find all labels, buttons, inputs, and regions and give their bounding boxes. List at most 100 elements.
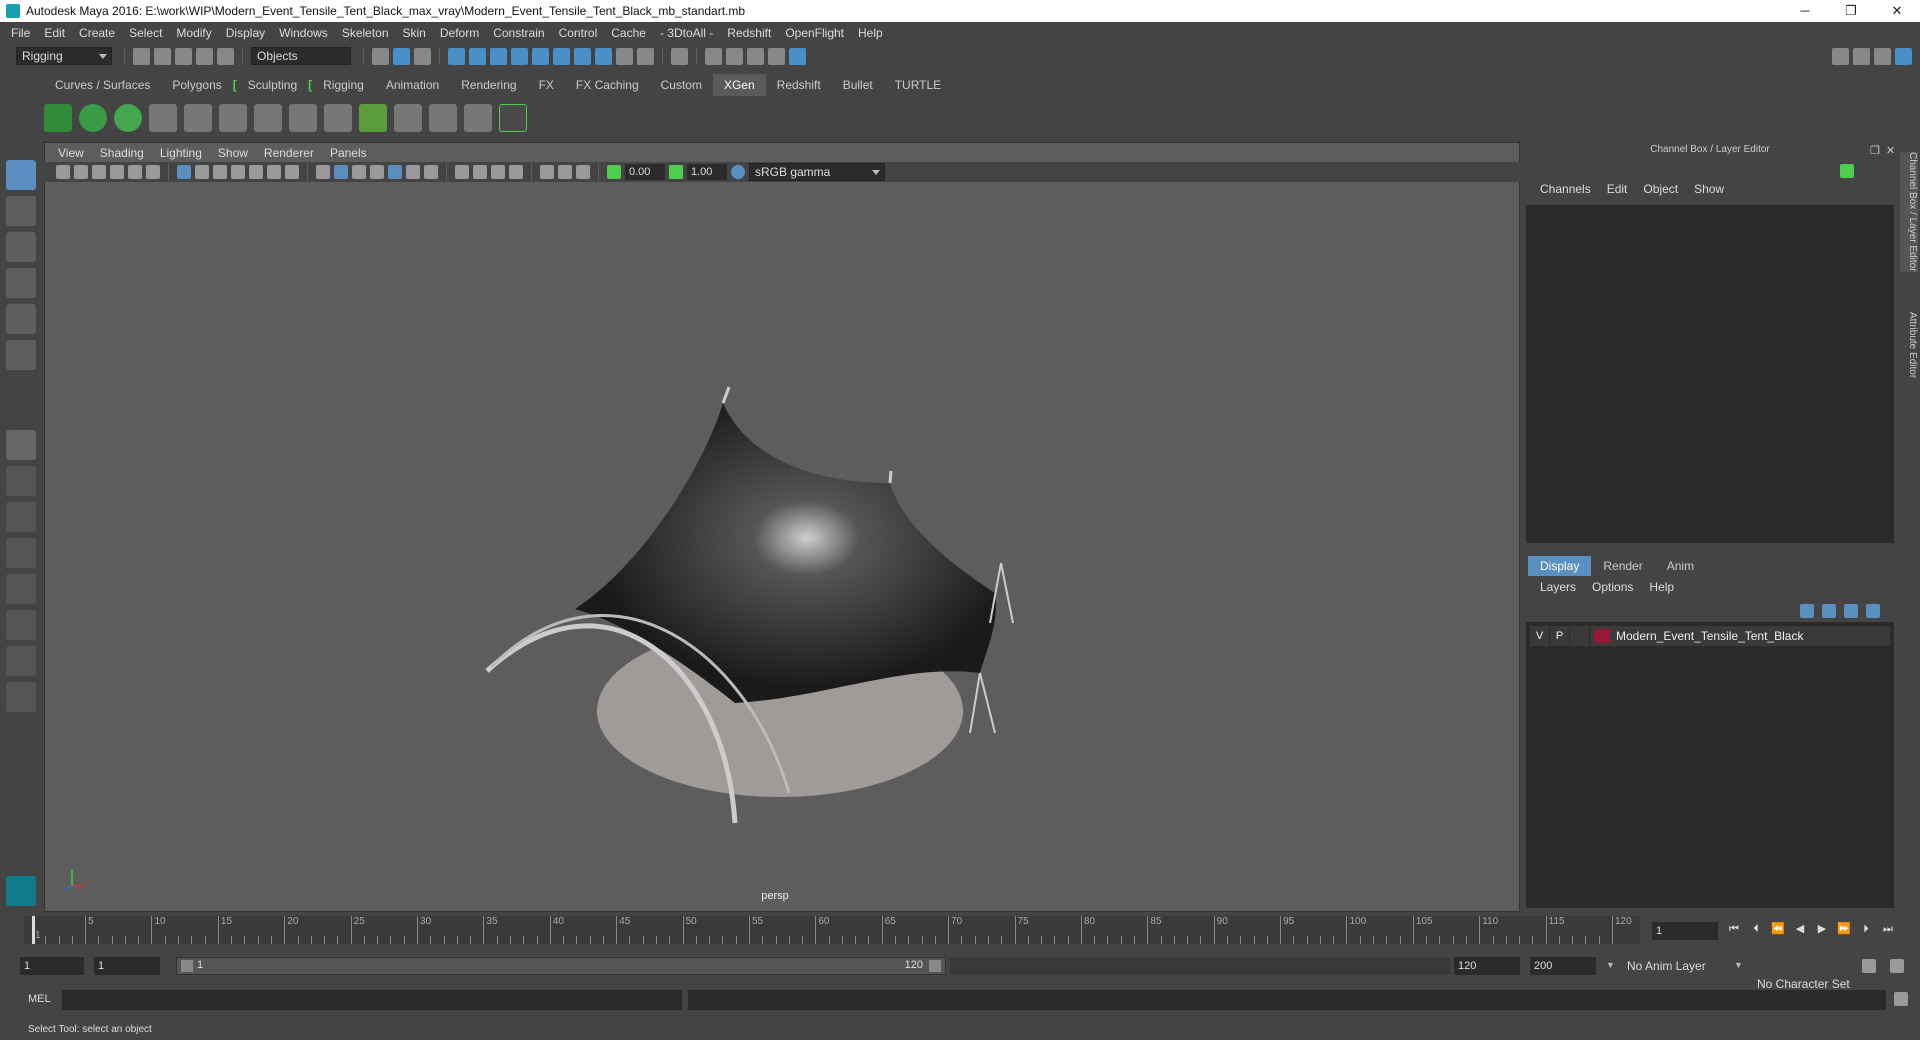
rotate-tool-icon[interactable] [6,304,36,334]
motion-blur-icon[interactable] [455,165,469,179]
menu-edit[interactable]: Edit [37,26,72,40]
viewport-menu-panels[interactable]: Panels [322,146,375,160]
xray-icon[interactable] [540,165,554,179]
toggle-guide-icon[interactable] [254,104,282,132]
selection-mode-dropdown[interactable]: Objects [251,47,351,65]
safe-title-icon[interactable] [285,165,299,179]
shelf-tab-redshift[interactable]: Redshift [766,74,832,96]
safe-action-icon[interactable] [267,165,281,179]
layer-visibility-toggle[interactable]: V [1530,627,1550,645]
menu-set-dropdown[interactable]: Rigging [16,47,112,65]
xgen-delete-icon[interactable] [499,104,527,132]
layout-single-pane-icon[interactable] [6,466,36,496]
snap-projected-icon[interactable] [511,47,528,65]
paint-select-tool-icon[interactable] [6,232,36,262]
lock-icon[interactable] [616,47,633,65]
gamma-icon[interactable] [669,165,683,179]
scene-end-field[interactable]: 200 [1530,957,1596,975]
new-layer-from-selected-icon[interactable] [1866,604,1880,618]
step-back-key-icon[interactable]: ⏪ [1770,922,1786,936]
depth-of-field-icon[interactable] [491,165,505,179]
menu-cache[interactable]: Cache [604,26,653,40]
grid-icon[interactable] [177,165,191,179]
channel-box-side-tab[interactable]: Channel Box / Layer Editor [1900,152,1918,272]
interactive-groom-icon[interactable] [464,104,492,132]
step-forward-frame-icon[interactable]: ⏵ [1858,922,1874,936]
shelf-tab-sculpting[interactable]: Sculpting [237,74,308,96]
select-guide-icon[interactable] [184,104,212,132]
move-layer-up-icon[interactable] [1800,604,1814,618]
save-scene-icon[interactable] [175,47,192,65]
chevron-down-icon[interactable]: ▼ [1606,960,1615,970]
ipr-render-icon[interactable] [747,47,764,65]
shelf-tab-custom[interactable]: Custom [650,74,713,96]
move-tool-icon[interactable] [6,268,36,298]
resolution-gate-icon[interactable] [213,165,227,179]
film-gate-icon[interactable] [195,165,209,179]
menu-3dtoall[interactable]: - 3DtoAll - [653,26,720,40]
channel-menu-channels[interactable]: Channels [1532,182,1599,196]
field-chart-icon[interactable] [249,165,263,179]
menu-constrain[interactable]: Constrain [486,26,551,40]
close-panel-icon[interactable]: ✕ [1886,144,1895,157]
shelf-tab-bullet[interactable]: Bullet [832,74,884,96]
layer-row[interactable]: V P Modern_Event_Tensile_Tent_Black [1530,626,1890,646]
symmetry-icon[interactable] [595,47,612,65]
menu-control[interactable]: Control [552,26,605,40]
go-to-end-icon[interactable]: ⏭ [1880,922,1896,936]
shadows-icon[interactable] [406,165,420,179]
minimize-button[interactable]: ─ [1782,0,1828,22]
layer-tab-anim[interactable]: Anim [1655,556,1706,576]
modeling-toolkit-icon[interactable] [1832,47,1849,65]
menu-file[interactable]: File [4,26,37,40]
command-language-label[interactable]: MEL [28,993,51,1005]
layer-tab-render[interactable]: Render [1591,556,1654,576]
select-component-icon[interactable] [414,47,431,65]
viewport-menu-show[interactable]: Show [210,146,256,160]
menu-redshift[interactable]: Redshift [720,26,778,40]
attribute-editor-side-tab[interactable]: Attribute Editor [1900,312,1918,378]
gamma-field[interactable]: 1.00 [687,164,727,180]
shelf-tab-rendering[interactable]: Rendering [450,74,527,96]
viewport-menu-renderer[interactable]: Renderer [256,146,322,160]
new-empty-layer-icon[interactable] [1844,604,1858,618]
play-backwards-icon[interactable]: ◀ [1792,922,1808,936]
menu-skin[interactable]: Skin [396,26,433,40]
lock-guide-icon[interactable] [289,104,317,132]
range-end-handle[interactable] [929,960,941,972]
layer-menu-help[interactable]: Help [1641,580,1682,594]
shelf-tab-animation[interactable]: Animation [375,74,450,96]
shelf-tab-fx-caching[interactable]: FX Caching [565,74,650,96]
move-layer-down-icon[interactable] [1822,604,1836,618]
snap-view-plane-icon[interactable] [532,47,549,65]
tool-settings-toggle-icon[interactable] [1874,47,1891,65]
screen-space-ao-icon[interactable] [424,165,438,179]
shelf-tab-xgen[interactable]: XGen [712,74,766,96]
layout-four-pane-icon[interactable] [6,502,36,532]
menu-openflight[interactable]: OpenFlight [778,26,851,40]
select-tool-icon[interactable] [6,160,36,190]
snap-grid-icon[interactable] [448,47,465,65]
hypershade-icon[interactable] [789,47,806,65]
layer-menu-layers[interactable]: Layers [1532,580,1584,594]
shelf-tab-turtle[interactable]: TURTLE [884,74,952,96]
redo-icon[interactable] [217,47,234,65]
attribute-editor-toggle-icon[interactable] [1853,47,1870,65]
new-scene-icon[interactable] [133,47,150,65]
restore-button[interactable]: ❐ [1828,0,1874,22]
open-scene-icon[interactable] [154,47,171,65]
input-output-icon[interactable] [637,47,654,65]
xray-joints-icon[interactable] [558,165,572,179]
rebuild-guide-icon[interactable] [394,104,422,132]
layout-graph-icon[interactable] [6,610,36,640]
step-forward-key-icon[interactable]: ⏩ [1836,922,1852,936]
range-start-handle[interactable] [181,960,193,972]
layout-outliner-icon[interactable] [6,574,36,604]
shelf-tab-rigging[interactable]: Rigging [312,74,375,96]
menu-deform[interactable]: Deform [433,26,486,40]
chevron-down-icon[interactable]: ▼ [1734,960,1743,970]
step-back-frame-icon[interactable]: ⏴ [1748,922,1764,936]
textured-icon[interactable] [370,165,384,179]
viewport-menu-shading[interactable]: Shading [92,146,152,160]
render-settings-icon[interactable] [768,47,785,65]
